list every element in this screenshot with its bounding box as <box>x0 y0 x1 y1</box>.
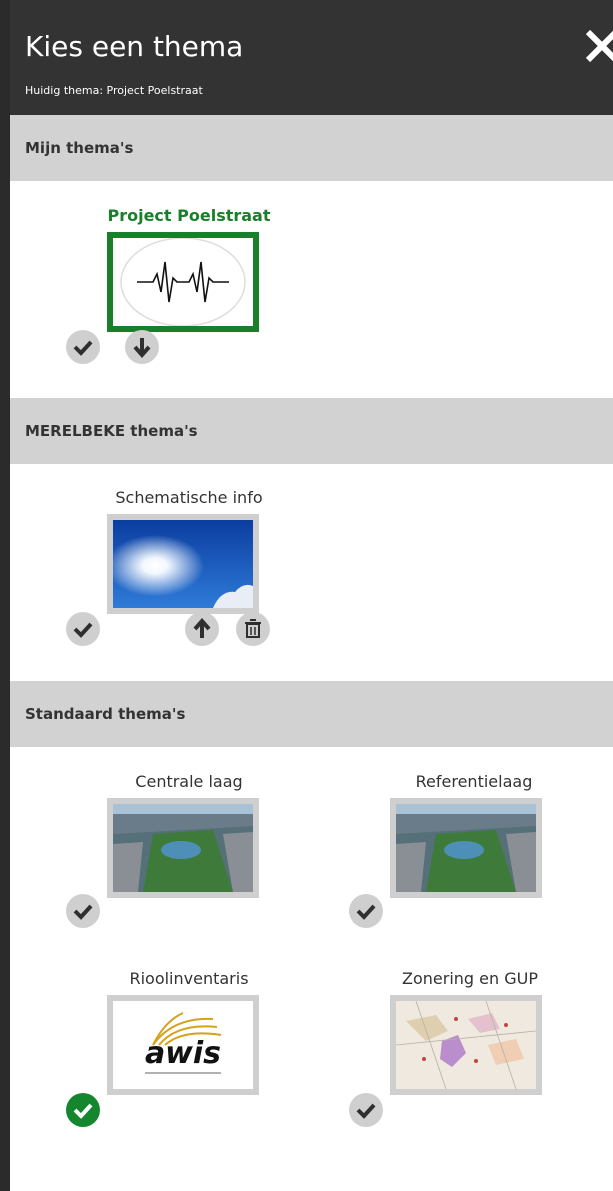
heartbeat-icon <box>120 238 246 326</box>
check-icon <box>73 340 93 356</box>
section-title: Mijn thema's <box>25 139 134 157</box>
left-edge <box>0 0 10 1191</box>
arrow-up-icon <box>193 617 211 638</box>
theme-title: Schematische info <box>115 488 263 507</box>
theme-thumbnail[interactable] <box>390 798 542 898</box>
check-icon <box>73 622 93 638</box>
activate-theme-button[interactable] <box>66 330 100 364</box>
move-up-button[interactable] <box>185 612 219 646</box>
section-title: MERELBEKE thema's <box>25 422 198 440</box>
city-aerial-image <box>396 804 536 892</box>
activate-theme-button[interactable] <box>349 894 383 928</box>
check-icon <box>73 904 93 920</box>
activate-theme-button[interactable] <box>66 612 100 646</box>
zoning-map-image <box>396 1001 536 1089</box>
theme-thumbnail[interactable] <box>107 798 259 898</box>
theme-card-rioolinventaris[interactable]: Rioolinventaris awis <box>50 969 270 1139</box>
theme-thumbnail[interactable] <box>390 995 542 1095</box>
close-icon[interactable] <box>582 26 613 66</box>
check-icon <box>356 904 376 920</box>
trash-icon <box>245 619 261 638</box>
sky-sun-image <box>113 520 253 608</box>
check-icon <box>356 1103 376 1119</box>
activate-theme-button[interactable] <box>66 894 100 928</box>
theme-thumbnail[interactable] <box>107 232 259 332</box>
check-icon <box>73 1103 93 1119</box>
awis-logo-text: awis <box>145 1036 221 1071</box>
activate-theme-button-selected[interactable] <box>66 1093 100 1127</box>
theme-title: Project Poelstraat <box>107 206 271 225</box>
move-down-button[interactable] <box>125 330 159 364</box>
section-header-merelbeke-themas: MERELBEKE thema's <box>10 398 613 464</box>
arrow-down-icon <box>133 338 151 359</box>
theme-picker-header: Kies een thema Huidig thema: Project Poe… <box>10 0 613 115</box>
activate-theme-button[interactable] <box>349 1093 383 1127</box>
section-header-standaard-themas: Standaard thema's <box>10 681 613 747</box>
theme-title: Rioolinventaris <box>129 969 249 988</box>
theme-title: Centrale laag <box>135 772 243 791</box>
theme-title: Zonering en GUP <box>402 969 538 988</box>
theme-card-referentielaag[interactable]: Referentielaag <box>333 772 553 932</box>
theme-thumbnail[interactable]: awis <box>107 995 259 1095</box>
theme-card-schematische-info[interactable]: Schematische info <box>50 488 270 663</box>
theme-title: Referentielaag <box>415 772 533 791</box>
theme-card-zonering-en-gup[interactable]: Zonering en GUP <box>333 969 553 1139</box>
current-theme-label: Huidig thema: Project Poelstraat <box>25 84 203 97</box>
awis-logo: awis <box>113 1001 253 1089</box>
page-title: Kies een thema <box>25 30 244 63</box>
theme-card-project-poelstraat[interactable]: Project Poelstraat <box>50 206 271 381</box>
theme-list: Mijn thema's Project Poelstraat MERELBEK… <box>10 115 613 1191</box>
city-aerial-image <box>113 804 253 892</box>
section-title: Standaard thema's <box>25 705 186 723</box>
section-header-mijn-themas: Mijn thema's <box>10 115 613 181</box>
theme-card-centrale-laag[interactable]: Centrale laag <box>50 772 270 932</box>
delete-theme-button[interactable] <box>236 612 270 646</box>
theme-thumbnail[interactable] <box>107 514 259 614</box>
